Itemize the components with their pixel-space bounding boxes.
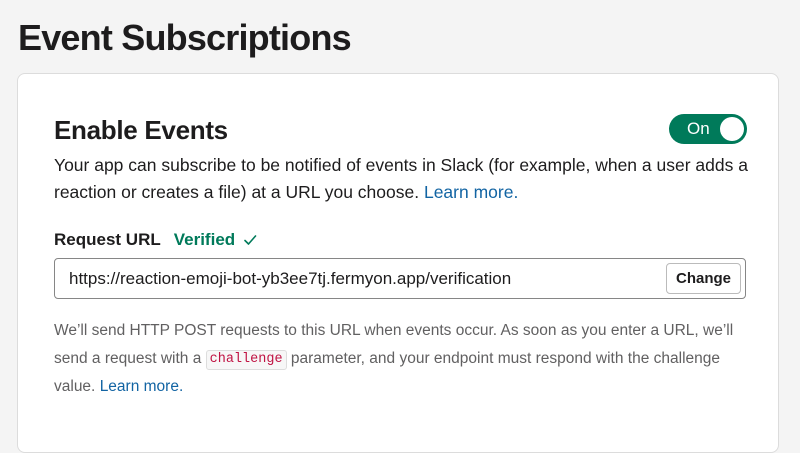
request-url-header: Request URL Verified [54,229,257,251]
request-url-field[interactable]: https://reaction-emoji-bot-yb3ee7tj.ferm… [54,258,746,299]
toggle-knob [720,117,744,141]
request-url-value: https://reaction-emoji-bot-yb3ee7tj.ferm… [69,269,512,288]
section-title: Enable Events [54,115,228,145]
enable-events-toggle[interactable]: On [669,114,747,144]
verified-status: Verified [173,230,236,249]
request-url-label: Request URL [54,230,161,249]
page-title: Event Subscriptions [18,17,352,58]
learn-more-link[interactable]: Learn more. [424,182,518,202]
challenge-code: challenge [205,350,287,370]
help-text: We’ll send HTTP POST requests to this UR… [54,317,764,401]
toggle-label: On [687,119,710,138]
description-text: Your app can subscribe to be notified of… [54,155,748,202]
enable-events-card: Enable Events On Your app can subscribe … [17,73,779,453]
events-description: Your app can subscribe to be notified of… [54,152,764,206]
help-learn-more-link[interactable]: Learn more. [100,378,184,395]
change-button[interactable]: Change [666,263,741,294]
check-icon [244,235,257,245]
